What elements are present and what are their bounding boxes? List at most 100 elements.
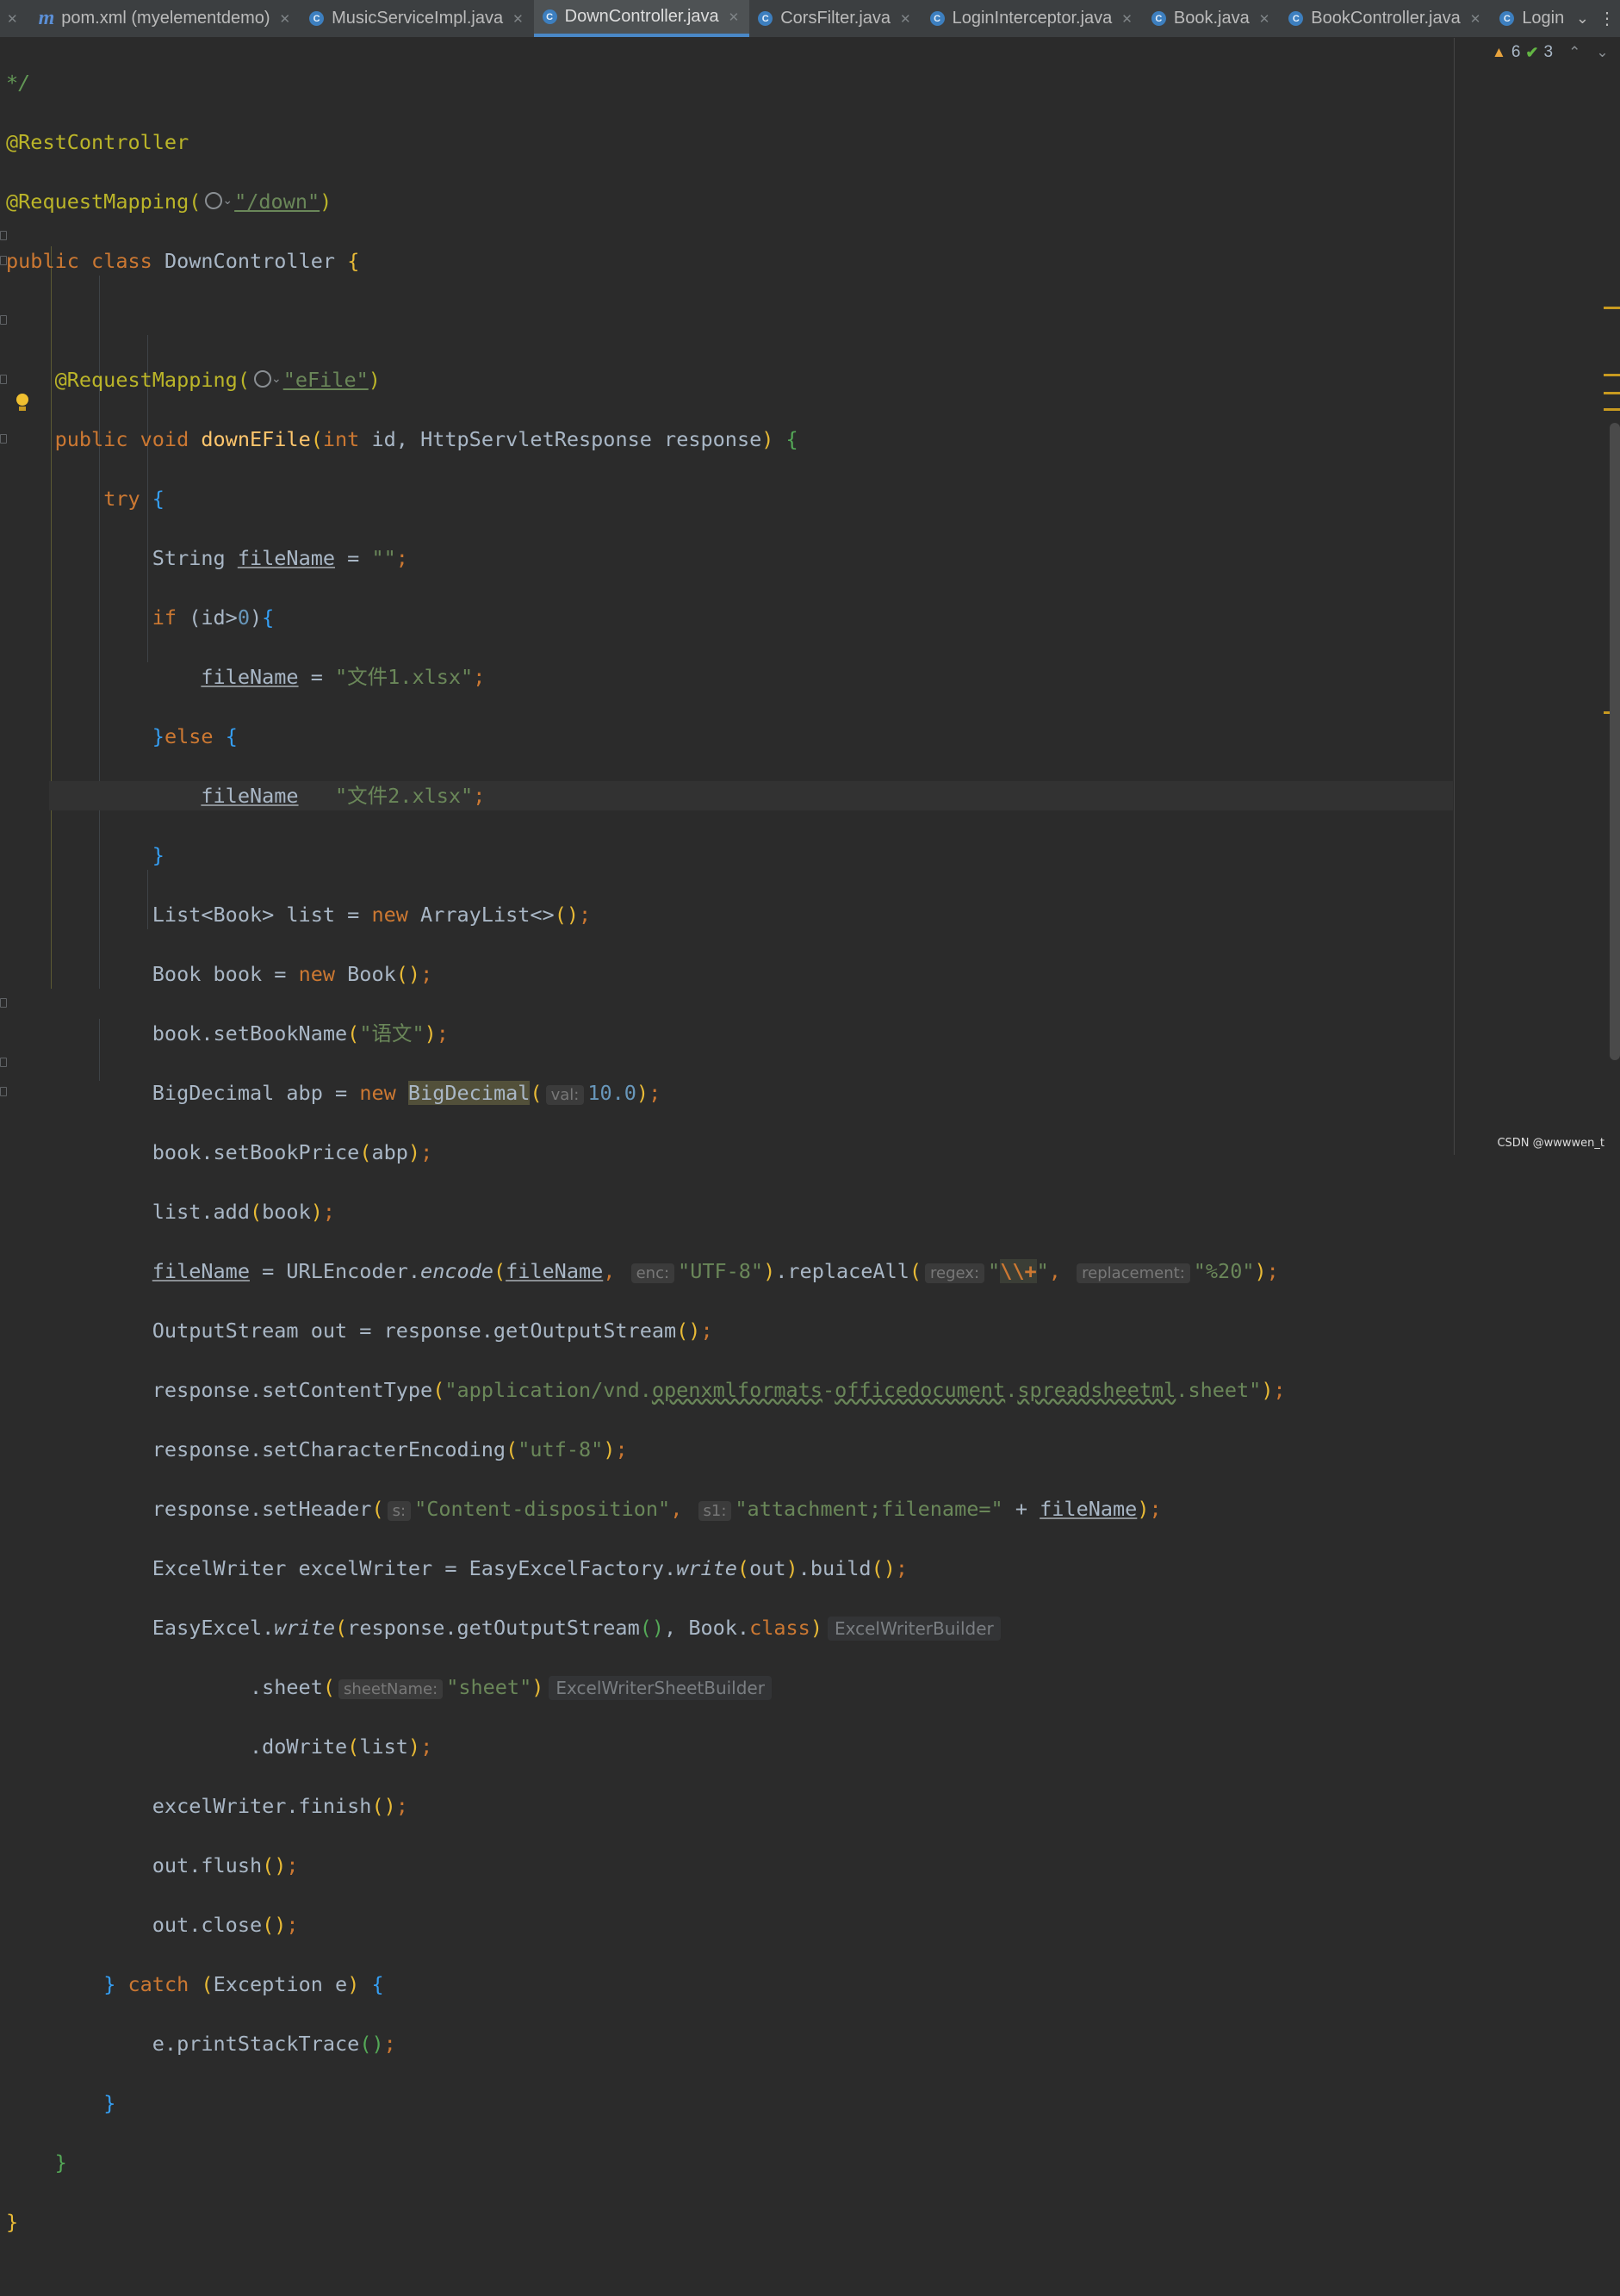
close-icon[interactable]: ✕ <box>512 11 524 27</box>
warning-marker[interactable] <box>1604 374 1620 376</box>
code-line: @RequestMapping(⌄"/down") <box>6 189 332 214</box>
code-editor[interactable]: */ @RestController @RequestMapping(⌄"/do… <box>0 38 1454 2234</box>
tab-label: BookController.java <box>1311 9 1461 28</box>
code-line: } catch (Exception e) { <box>103 1971 384 1996</box>
code-content[interactable]: */ @RestController @RequestMapping(⌄"/do… <box>6 38 1453 2296</box>
code-line: Book book = new Book(); <box>152 961 433 986</box>
vertical-scrollbar[interactable] <box>1610 423 1620 1060</box>
chevron-up-icon[interactable]: ⌃ <box>1568 44 1580 61</box>
tab-label: DownController.java <box>564 7 719 26</box>
editor-tab-bar: ✕ m pom.xml (myelementdemo) ✕ C MusicSer… <box>0 0 1620 38</box>
java-class-icon: C <box>1499 11 1515 26</box>
code-line: response.setHeader(s: "Content-dispositio… <box>152 1496 1162 1521</box>
ok-count: 3 <box>1543 43 1554 61</box>
parameter-hint: replacement: <box>1077 1263 1190 1283</box>
editor-divider <box>1454 38 1455 1155</box>
java-class-icon: C <box>309 11 325 26</box>
java-class-icon: C <box>1151 11 1166 26</box>
code-line: List<Book> list = new ArrayList<>(); <box>152 902 592 927</box>
warning-marker[interactable] <box>1604 392 1620 394</box>
close-icon[interactable]: ✕ <box>900 11 911 27</box>
code-line: BigDecimal abp = new BigDecimal(val: 10.0… <box>152 1080 661 1105</box>
code-line: }else { <box>152 723 238 748</box>
code-line: EasyExcel.write(response.getOutputStream… <box>6 1613 1286 1643</box>
code-line-current: fileName = "文件2.xlsx"; <box>6 780 1453 811</box>
chevron-down-icon[interactable]: ⌄ <box>222 194 233 208</box>
java-class-icon: C <box>542 9 557 24</box>
code-line: .doWrite(list); <box>152 1734 433 1759</box>
java-class-icon: C <box>929 11 945 26</box>
java-class-icon: C <box>758 11 773 26</box>
code-line: excelWriter.finish(); <box>152 1793 408 1818</box>
code-line: out.close(); <box>152 1912 299 1937</box>
close-icon[interactable]: ✕ <box>1470 11 1481 27</box>
code-line: public class DownController { <box>6 248 360 273</box>
code-line: .sheet(sheetName: "sheet") ExcelWriterShee… <box>6 1672 1286 1703</box>
web-globe-icon[interactable] <box>205 192 223 209</box>
code-line: e.printStackTrace(); <box>152 2031 396 2056</box>
close-icon[interactable]: ✕ <box>1121 11 1133 27</box>
parameter-hint: val: <box>545 1084 585 1105</box>
type-hint: ExcelWriterSheetBuilder <box>549 1675 772 1700</box>
maven-icon: m <box>38 7 55 29</box>
warning-marker[interactable] <box>1604 408 1620 411</box>
chevron-down-icon[interactable]: ⌄ <box>1563 0 1589 37</box>
code-line: ExcelWriter excelWriter = EasyExcelFacto… <box>152 1555 909 1580</box>
tab-book-controller[interactable]: C BookController.java ✕ <box>1280 0 1491 37</box>
tab-label: pom.xml (myelementdemo) <box>61 9 270 28</box>
tab-login-interceptor[interactable]: C LoginInterceptor.java ✕ <box>922 0 1143 37</box>
tab-down-controller[interactable]: C DownController.java ✕ <box>533 0 750 37</box>
code-line: try { <box>103 486 164 511</box>
check-icon: ✔ <box>1525 43 1539 61</box>
close-icon[interactable]: ✕ <box>280 11 291 27</box>
parameter-hint: enc: <box>630 1263 675 1283</box>
tab-label: LoginInterceptor.java <box>952 9 1113 28</box>
code-line: } <box>152 842 164 867</box>
code-line: book.setBookName("语文"); <box>152 1021 449 1046</box>
tab-label: CorsFilter.java <box>780 9 891 28</box>
code-line: fileName = "文件1.xlsx"; <box>201 664 486 689</box>
warning-icon: ▲ <box>1492 44 1506 60</box>
parameter-hint: sheetName: <box>338 1679 444 1699</box>
tab-label: Login <box>1522 9 1565 28</box>
java-class-icon: C <box>1288 11 1304 26</box>
chevron-down-icon[interactable]: ⌄ <box>1596 44 1608 61</box>
code-line: @RequestMapping(⌄"eFile") <box>54 367 381 392</box>
warning-marker[interactable] <box>1604 307 1620 309</box>
watermark: CSDN @wwwwen_t <box>1497 1137 1604 1150</box>
code-line: @RestController <box>6 129 189 154</box>
type-hint: ExcelWriterBuilder <box>827 1616 1001 1641</box>
close-icon[interactable]: ✕ <box>729 9 740 25</box>
tab-cors-filter[interactable]: C CorsFilter.java ✕ <box>749 0 921 37</box>
code-line: */ <box>6 70 31 95</box>
code-line: OutputStream out = response.getOutputStr… <box>152 1318 713 1343</box>
code-line: response.setCharacterEncoding("utf-8"); <box>152 1437 628 1461</box>
code-line: if (id>0){ <box>152 605 275 630</box>
tab-label: MusicServiceImpl.java <box>332 9 504 28</box>
inspection-widget[interactable]: ▲ 6 ✔ 3 ⌃ ⌄ <box>1492 43 1609 62</box>
parameter-hint: s1: <box>698 1500 732 1521</box>
tab-pom-xml[interactable]: m pom.xml (myelementdemo) ✕ <box>30 0 301 37</box>
code-line: } <box>103 2090 116 2115</box>
tab-login[interactable]: C Login <box>1491 0 1574 37</box>
code-line: fileName = URLEncoder.encode(fileName, e… <box>152 1258 1279 1283</box>
close-icon[interactable]: ✕ <box>1259 11 1270 27</box>
code-line: out.flush(); <box>152 1852 299 1877</box>
tab-music-service-impl[interactable]: C MusicServiceImpl.java ✕ <box>301 0 534 37</box>
chevron-down-icon[interactable]: ⌄ <box>271 372 282 386</box>
tab-label: Book.java <box>1173 9 1250 28</box>
parameter-hint: regex: <box>925 1263 985 1283</box>
web-globe-icon[interactable] <box>253 370 271 388</box>
code-line: String fileName = ""; <box>152 545 408 570</box>
code-line: list.add(book); <box>152 1199 336 1224</box>
more-vertical-icon[interactable]: ⋮ <box>1594 0 1620 37</box>
code-line: } <box>54 2150 67 2175</box>
code-line: public void downEFile(int id, HttpServle… <box>54 426 798 451</box>
close-icon[interactable]: ✕ <box>7 11 18 27</box>
code-line: } <box>6 2209 19 2234</box>
tab-book[interactable]: C Book.java ✕ <box>1143 0 1280 37</box>
warning-count: 6 <box>1511 43 1521 61</box>
code-line: book.setBookPrice(abp); <box>152 1139 433 1164</box>
parameter-hint: s: <box>387 1500 412 1521</box>
